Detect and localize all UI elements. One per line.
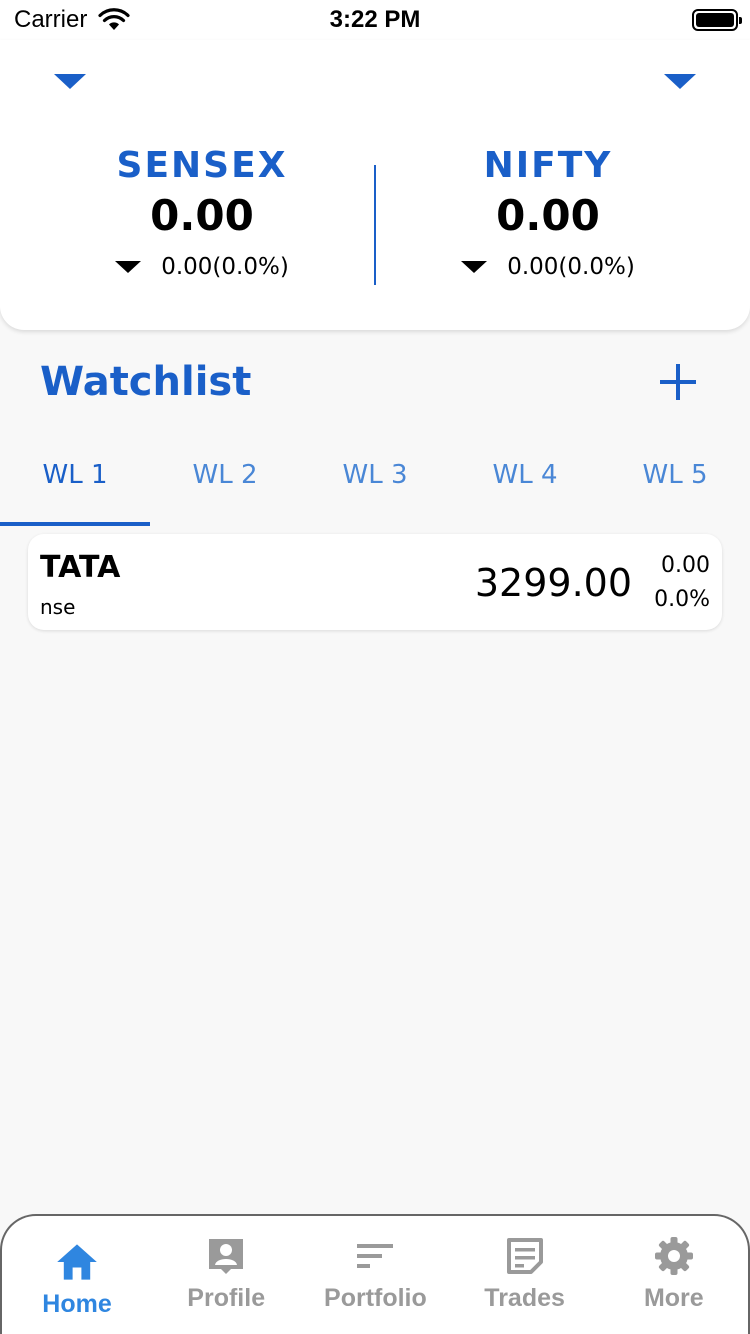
tab-wl-1[interactable]: WL 1 [0,440,150,526]
down-arrow-icon [115,261,142,273]
stock-change-percent: 0.0% [654,587,710,612]
index-name: SENSEX [116,145,288,186]
battery-icon [692,9,742,31]
left-dropdown-caret-icon[interactable] [54,74,86,89]
nav-item-trades[interactable]: Trades [450,1216,599,1334]
add-watchlist-button[interactable] [656,358,704,406]
profile-icon [209,1239,244,1274]
down-arrow-icon [461,261,488,273]
tab-wl-5[interactable]: WL 5 [600,440,750,526]
market-indices-card: SENSEX 0.00 0.00(0.0%) NIFTY 0.00 0.00(0… [0,40,750,330]
nav-label: More [643,1284,704,1312]
stock-change: 0.00 [661,553,710,578]
bottom-nav: Home Profile Portfolio Trades More [0,1214,750,1334]
index-name: NIFTY [483,145,613,186]
sensex-index[interactable]: SENSEX 0.00 0.00(0.0%) [52,144,352,282]
nav-label: Profile [187,1284,266,1312]
watchlist-title: Watchlist [40,359,252,405]
stock-symbol: TATA [40,550,121,585]
nav-label: Home [42,1290,112,1318]
nav-item-home[interactable]: Home [2,1216,151,1334]
note-icon [506,1238,543,1274]
status-bar: Carrier 3:22 PM [0,0,750,40]
stock-price: 3299.00 [474,561,632,605]
index-value: 0.00 [150,191,254,240]
sort-icon [357,1244,394,1268]
watchlist-item[interactable]: TATA nse 3299.00 0.00 0.0% [28,534,722,630]
tab-wl-4[interactable]: WL 4 [450,440,600,526]
nav-label: Trades [484,1284,565,1312]
nav-item-more[interactable]: More [599,1216,748,1334]
tab-wl-3[interactable]: WL 3 [300,440,450,526]
right-dropdown-caret-icon[interactable] [664,74,696,89]
index-value: 0.00 [496,191,600,240]
index-change-row: 0.00(0.0%) [52,252,352,282]
tab-wl-2[interactable]: WL 2 [150,440,300,526]
index-change: 0.00(0.0%) [161,254,289,280]
index-change: 0.00(0.0%) [507,254,635,280]
nav-label: Portfolio [324,1284,427,1312]
nav-item-portfolio[interactable]: Portfolio [300,1216,449,1334]
nifty-index[interactable]: NIFTY 0.00 0.00(0.0%) [398,144,698,282]
index-change-row: 0.00(0.0%) [398,252,698,282]
clock: 3:22 PM [329,6,421,33]
gear-icon [654,1237,693,1275]
stock-exchange: nse [40,595,76,619]
watchlist-tabs: WL 1 WL 2 WL 3 WL 4 WL 5 [0,440,750,526]
home-icon [57,1244,97,1280]
nav-item-profile[interactable]: Profile [151,1216,300,1334]
indices-divider [374,165,376,285]
